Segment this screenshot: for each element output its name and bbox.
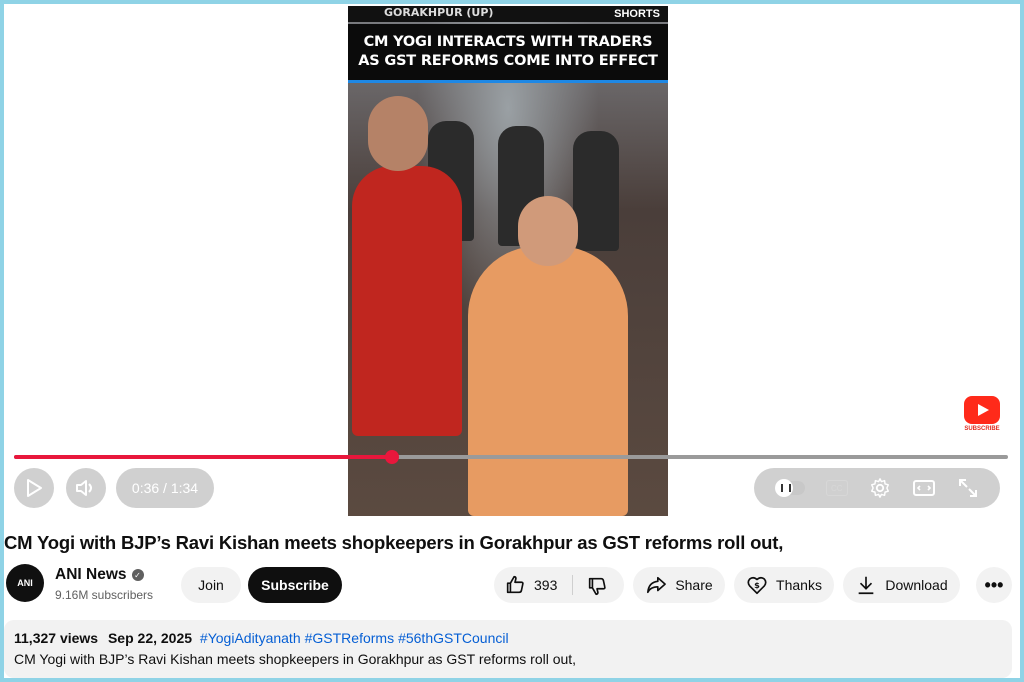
subscribe-button-label: Subscribe [261,577,329,593]
youtube-logo-icon [964,396,1000,424]
subscribe-button[interactable]: Subscribe [248,567,342,603]
channel-avatar[interactable]: ANI [6,564,44,602]
subscribe-watermark-label: SUBSCRIBE [964,426,1000,432]
more-actions-icon: ••• [984,574,1004,595]
video-person-head [368,96,428,171]
fullscreen-icon[interactable] [957,477,979,499]
video-headline-banner: CM YOGI INTERACTS WITH TRADERS AS GST RE… [348,24,668,80]
share-button[interactable]: Share [633,567,725,603]
video-title: CM Yogi with BJP’s Ravi Kishan meets sho… [4,532,784,553]
progress-bar[interactable] [14,450,1008,464]
thanks-button-label: Thanks [776,577,822,593]
publish-date: Sep 22, 2025 [107,630,193,646]
video-person-red [352,166,462,436]
time-display-text: 0:36 / 1:34 [131,480,199,496]
thumbs-down-icon[interactable] [586,575,608,597]
volume-button[interactable] [66,468,106,508]
like-divider [572,575,573,595]
more-actions-button[interactable]: ••• [976,567,1012,603]
play-icon [27,479,42,497]
subscriber-count: 9.16M subscribers [55,588,154,602]
video-player[interactable]: GORAKHPUR (UP) SHORTS CM YOGI INTERACTS … [6,6,1018,520]
settings-gear-icon[interactable] [869,477,891,499]
like-count[interactable]: 393 [534,577,557,593]
captions-icon[interactable]: CC [825,480,848,496]
thumbs-up-icon[interactable] [504,574,526,596]
video-person-head [518,196,578,266]
play-button[interactable] [14,468,54,508]
hashtag-link[interactable]: #YogiAdityanath [200,630,301,646]
description-text: CM Yogi with BJP’s Ravi Kishan meets sho… [14,651,577,667]
video-headline-line: AS GST REFORMS COME INTO EFFECT [358,53,658,69]
time-display: 0:36 / 1:34 [116,468,214,508]
verified-check-icon: ✓ [131,569,144,581]
channel-name-row[interactable]: ANI News ✓ [55,566,144,584]
video-frame[interactable]: GORAKHPUR (UP) SHORTS CM YOGI INTERACTS … [348,6,668,516]
svg-text:$: $ [754,580,760,590]
subscribe-watermark[interactable]: SUBSCRIBE [962,396,1002,442]
download-button-label: Download [885,577,948,593]
thanks-heart-dollar-icon: $ [747,576,767,595]
download-icon [859,576,874,595]
autoplay-toggle[interactable] [774,479,805,497]
progress-scrubber-handle[interactable] [384,450,399,464]
video-shorts-label: SHORTS [614,8,660,20]
hashtag-link[interactable]: #56thGSTCouncil [398,630,509,646]
description-box[interactable]: 11,327 views Sep 22, 2025 #YogiAdityanat… [4,620,1012,678]
channel-avatar-text: ANI [17,578,33,588]
thanks-button[interactable]: $ Thanks [734,567,834,603]
download-button[interactable]: Download [843,567,960,603]
share-button-label: Share [675,577,713,593]
video-top-bar: GORAKHPUR (UP) SHORTS [348,6,668,22]
video-headline-line: CM YOGI INTERACTS WITH TRADERS [363,34,653,50]
video-headline-underline [348,80,668,83]
view-count: 11,327 views [14,630,99,646]
description-meta: 11,327 views Sep 22, 2025 #YogiAdityanat… [14,630,1002,646]
video-person [573,131,619,251]
join-button[interactable]: Join [181,567,241,603]
volume-icon [76,480,92,496]
join-button-label: Join [198,577,224,593]
video-person-saffron [468,246,628,516]
hashtag-link[interactable]: #GSTReforms [305,630,394,646]
like-dislike-group: 393 [494,567,624,603]
channel-name[interactable]: ANI News [55,566,127,584]
video-location-label: GORAKHPUR (UP) [384,6,494,19]
progress-fill [14,455,392,459]
share-arrow-icon [647,576,667,594]
theater-mode-icon[interactable] [912,478,936,498]
player-right-controls: CC [754,468,1000,508]
